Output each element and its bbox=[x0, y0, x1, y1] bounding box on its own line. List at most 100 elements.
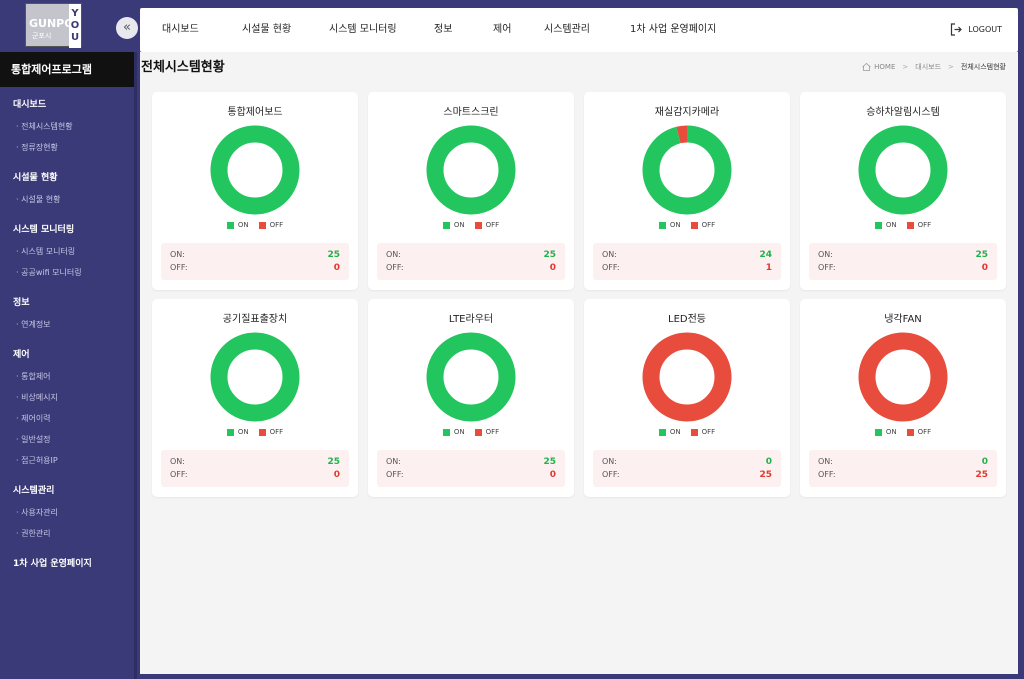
top-menu-item[interactable]: 시스템 모니터링 bbox=[329, 8, 434, 52]
legend-off[interactable]: OFF bbox=[906, 428, 931, 436]
chart-legend: ON OFF bbox=[368, 221, 574, 229]
donut-chart bbox=[858, 125, 948, 215]
logout-button[interactable]: LOGOUT bbox=[950, 23, 1002, 36]
sidebar-item[interactable]: 제어이력 bbox=[0, 408, 134, 429]
stat-value-on: 24 bbox=[759, 250, 772, 260]
legend-swatch-off bbox=[906, 428, 914, 436]
legend-on[interactable]: ON bbox=[442, 221, 465, 229]
sidebar-item[interactable]: 통합제어 bbox=[0, 366, 134, 387]
stat-value-off: 0 bbox=[549, 263, 556, 273]
legend-swatch-off bbox=[474, 428, 482, 436]
status-card: 통합제어보드 ON OFF ON: 25 OFF: 0 bbox=[152, 92, 358, 290]
card-title: 냉각FAN bbox=[884, 314, 922, 325]
stat-row-off: OFF: 25 bbox=[818, 470, 988, 480]
legend-swatch-on bbox=[874, 221, 882, 229]
stat-value-on: 0 bbox=[981, 457, 988, 467]
top-menu-item[interactable]: 제어 bbox=[493, 8, 544, 52]
sidebar-item[interactable]: 연계정보 bbox=[0, 314, 134, 335]
top-bar: 대시보드 시설물 현황 시스템 모니터링 정보 제어 시스템관리 1차 사업 운영페이지 L… bbox=[140, 8, 1018, 52]
stat-row-off: OFF: 1 bbox=[602, 263, 772, 273]
stat-label-off: OFF: bbox=[818, 470, 836, 479]
gunpo-logo[interactable]: GUNPO 군포시 YOU bbox=[25, 3, 82, 48]
legend-on[interactable]: ON bbox=[658, 428, 681, 436]
stat-value-off: 25 bbox=[975, 470, 988, 480]
breadcrumb: HOME > 대시보드 > 전체시스템현황 bbox=[862, 62, 1006, 72]
stat-label-on: ON: bbox=[818, 250, 833, 259]
status-card: 스마트스크린 ON OFF ON: 25 OFF: 0 bbox=[368, 92, 574, 290]
legend-label-on: ON bbox=[669, 221, 681, 229]
legend-off[interactable]: OFF bbox=[906, 221, 932, 229]
sidebar-group[interactable]: 대시보드 bbox=[0, 95, 134, 116]
sidebar-group[interactable]: 1차 사업 운영페이지 bbox=[0, 554, 134, 575]
sidebar-item[interactable]: 공공wifi 모니터링 bbox=[0, 262, 134, 283]
legend-on[interactable]: ON bbox=[226, 221, 249, 229]
top-menu-item[interactable]: 대시보드 bbox=[162, 8, 242, 52]
sidebar-group[interactable]: 제어 bbox=[0, 345, 134, 366]
legend-off[interactable]: OFF bbox=[690, 221, 715, 229]
sidebar-item[interactable]: 접근허용IP bbox=[0, 450, 134, 471]
donut-chart bbox=[210, 332, 300, 422]
sidebar-item[interactable]: 권한관리 bbox=[0, 523, 134, 544]
stat-row-off: OFF: 0 bbox=[386, 263, 556, 273]
legend-on[interactable]: ON bbox=[442, 428, 465, 436]
breadcrumb-home[interactable]: HOME bbox=[874, 63, 895, 71]
stat-label-on: ON: bbox=[818, 457, 833, 466]
status-card: LED전등 ON OFF ON: 0 OFF: 25 bbox=[584, 299, 790, 497]
card-title: 재실감지카메라 bbox=[654, 107, 720, 118]
stat-row-on: ON: 25 bbox=[386, 457, 556, 467]
legend-off[interactable]: OFF bbox=[258, 428, 283, 436]
legend-label-on: ON bbox=[453, 221, 465, 229]
legend-swatch-on bbox=[658, 428, 666, 436]
stat-value-on: 25 bbox=[543, 457, 556, 467]
sidebar-item[interactable]: 정류장현황 bbox=[0, 137, 134, 158]
legend-swatch-on bbox=[442, 221, 450, 229]
logo-subtext: 군포시 bbox=[32, 32, 52, 40]
sidebar-group[interactable]: 정보 bbox=[0, 293, 134, 314]
legend-on[interactable]: ON bbox=[874, 221, 897, 229]
legend-off[interactable]: OFF bbox=[474, 221, 499, 229]
sidebar-item[interactable]: 시설물 현황 bbox=[0, 189, 134, 210]
sidebar-collapse-button[interactable]: « bbox=[116, 17, 138, 39]
legend-on[interactable]: ON bbox=[658, 221, 681, 229]
donut-chart bbox=[426, 125, 516, 215]
stat-row-off: OFF: 0 bbox=[818, 263, 988, 273]
legend-label-off: OFF bbox=[917, 221, 932, 229]
stat-row-on: ON: 25 bbox=[818, 250, 988, 260]
stat-label-off: OFF: bbox=[386, 263, 404, 272]
legend-on[interactable]: ON bbox=[874, 428, 897, 436]
sidebar-item[interactable]: 비상메시지 bbox=[0, 387, 134, 408]
donut-on-segment bbox=[642, 125, 732, 215]
sidebar-item[interactable]: 시스템 모니터링 bbox=[0, 241, 134, 262]
status-card: 공기질표출장치 ON OFF ON: 25 OFF: 0 bbox=[152, 299, 358, 497]
legend-off[interactable]: OFF bbox=[690, 428, 715, 436]
breadcrumb-dashboard[interactable]: 대시보드 bbox=[915, 62, 941, 72]
stat-label-on: ON: bbox=[386, 457, 401, 466]
card-title: 통합제어보드 bbox=[227, 107, 283, 118]
legend-label-on: ON bbox=[885, 428, 897, 436]
sidebar-item[interactable]: 사용자관리 bbox=[0, 502, 134, 523]
top-menu-item[interactable]: 시스템관리 bbox=[544, 8, 630, 52]
sidebar-group[interactable]: 시설물 현황 bbox=[0, 168, 134, 189]
legend-off[interactable]: OFF bbox=[474, 428, 499, 436]
stats-box: ON: 0 OFF: 25 bbox=[593, 450, 781, 487]
card-title: 스마트스크린 bbox=[443, 107, 499, 118]
sidebar-item[interactable]: 전체시스템현황 bbox=[0, 116, 134, 137]
sidebar-group[interactable]: 시스템관리 bbox=[0, 481, 134, 502]
sidebar-item[interactable]: 일반설정 bbox=[0, 429, 134, 450]
sidebar: 통합제어프로그램 대시보드전체시스템현황정류장현황시설물 현황시설물 현황시스템… bbox=[0, 52, 137, 679]
sidebar-nav: 대시보드전체시스템현황정류장현황시설물 현황시설물 현황시스템 모니터링시스템 … bbox=[0, 87, 134, 575]
legend-swatch-on bbox=[226, 221, 234, 229]
top-menu-item[interactable]: 정보 bbox=[434, 8, 493, 52]
stat-value-off: 0 bbox=[549, 470, 556, 480]
top-menu-item[interactable]: 시설물 현황 bbox=[242, 8, 329, 52]
card-title: 공기질표출장치 bbox=[222, 314, 288, 325]
legend-swatch-off bbox=[906, 221, 914, 229]
top-menu-item[interactable]: 1차 사업 운영페이지 bbox=[630, 8, 740, 52]
stat-row-on: ON: 24 bbox=[602, 250, 772, 260]
legend-off[interactable]: OFF bbox=[258, 221, 283, 229]
logo-text: GUNPO bbox=[29, 17, 74, 30]
legend-on[interactable]: ON bbox=[226, 428, 249, 436]
stat-row-on: ON: 25 bbox=[386, 250, 556, 260]
breadcrumb-separator: > bbox=[902, 63, 909, 71]
sidebar-group[interactable]: 시스템 모니터링 bbox=[0, 220, 134, 241]
